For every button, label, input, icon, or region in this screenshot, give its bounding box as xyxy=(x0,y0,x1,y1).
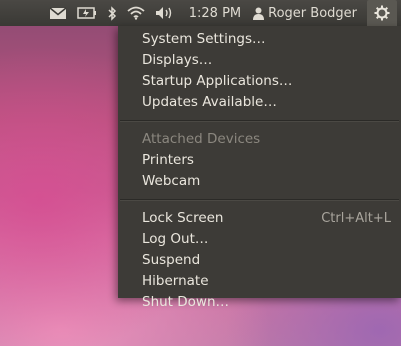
volume-icon[interactable] xyxy=(155,0,175,26)
gear-icon xyxy=(374,5,390,21)
session-menu: System Settings… Displays… Startup Appli… xyxy=(118,26,401,310)
menu-item-suspend[interactable]: Suspend xyxy=(118,250,401,271)
menu-item-displays[interactable]: Displays… xyxy=(118,50,401,71)
mail-icon[interactable] xyxy=(49,0,67,26)
menu-item-label: Suspend xyxy=(142,252,201,268)
menu-item-webcam[interactable]: Webcam xyxy=(118,171,401,192)
battery-icon[interactable] xyxy=(77,0,97,26)
lock-screen-shortcut: Ctrl+Alt+L xyxy=(321,211,391,226)
user-name: Roger Bodger xyxy=(268,5,357,21)
user-icon xyxy=(253,7,265,20)
menu-item-hibernate[interactable]: Hibernate xyxy=(118,271,401,292)
menu-header-attached-devices: Attached Devices xyxy=(118,129,401,150)
top-panel: 1:28 PM Roger Bodger xyxy=(0,0,401,26)
menu-header-label: Attached Devices xyxy=(142,131,261,147)
menu-item-label: Startup Applications… xyxy=(142,73,293,89)
menu-item-printers[interactable]: Printers xyxy=(118,150,401,171)
menu-item-label: Hibernate xyxy=(142,273,209,289)
menu-item-label: Displays… xyxy=(142,52,213,68)
user-menu[interactable]: Roger Bodger xyxy=(253,6,357,21)
menu-item-label: Printers xyxy=(142,152,194,168)
menu-item-label: Updates Available… xyxy=(142,94,277,110)
menu-item-lock-screen[interactable]: Lock Screen Ctrl+Alt+L xyxy=(118,208,401,229)
menu-separator xyxy=(120,199,399,201)
clock[interactable]: 1:28 PM xyxy=(189,6,241,21)
session-menu-button[interactable] xyxy=(367,0,397,26)
menu-separator xyxy=(120,120,399,122)
menu-item-system-settings[interactable]: System Settings… xyxy=(118,29,401,50)
menu-item-label: System Settings… xyxy=(142,31,266,47)
menu-item-startup-applications[interactable]: Startup Applications… xyxy=(118,71,401,92)
menu-item-label: Shut Down… xyxy=(142,294,230,310)
menu-item-shut-down[interactable]: Shut Down… xyxy=(118,292,401,313)
bluetooth-icon[interactable] xyxy=(107,0,117,26)
menu-item-label: Lock Screen xyxy=(142,210,224,226)
wifi-icon[interactable] xyxy=(127,0,145,26)
menu-item-updates-available[interactable]: Updates Available… xyxy=(118,92,401,113)
menu-item-log-out[interactable]: Log Out… xyxy=(118,229,401,250)
menu-item-label: Webcam xyxy=(142,173,201,189)
menu-item-label: Log Out… xyxy=(142,231,209,247)
